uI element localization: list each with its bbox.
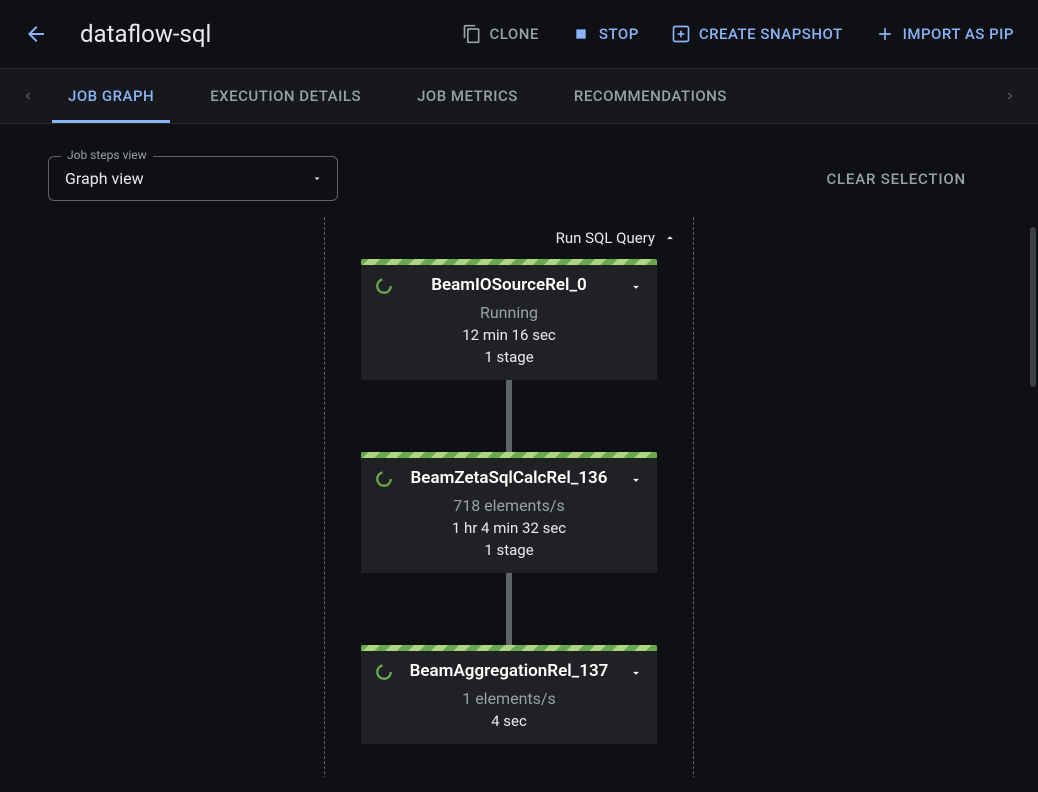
spinner-icon bbox=[375, 470, 393, 488]
copy-icon bbox=[462, 24, 482, 44]
caret-down-icon bbox=[311, 169, 323, 188]
graph-area[interactable]: Run SQL Query BeamIOSourceRel_0 Running … bbox=[0, 217, 1038, 777]
group-title: Run SQL Query bbox=[556, 229, 655, 247]
node-title-row: BeamZetaSqlCalcRel_136 bbox=[361, 458, 657, 494]
arrow-left-icon bbox=[24, 22, 48, 46]
node-throughput: 1 elements/s bbox=[361, 689, 657, 708]
graph-node[interactable]: BeamIOSourceRel_0 Running 12 min 16 sec … bbox=[361, 259, 657, 380]
import-button[interactable]: IMPORT AS PIP bbox=[875, 24, 1014, 44]
snapshot-button[interactable]: CREATE SNAPSHOT bbox=[671, 24, 843, 44]
chevron-down-icon[interactable] bbox=[629, 472, 643, 491]
tab-job-graph[interactable]: JOB GRAPH bbox=[64, 69, 158, 123]
node-title-row: BeamAggregationRel_137 bbox=[361, 651, 657, 687]
import-label: IMPORT AS PIP bbox=[903, 25, 1014, 43]
tab-recommendations[interactable]: RECOMMENDATIONS bbox=[570, 69, 731, 123]
back-button[interactable] bbox=[16, 14, 56, 54]
scrollbar[interactable] bbox=[1030, 227, 1036, 387]
clear-selection-button[interactable]: CLEAR SELECTION bbox=[826, 170, 966, 188]
chevron-down-icon[interactable] bbox=[629, 665, 643, 684]
spinner-icon bbox=[375, 663, 393, 681]
stop-icon bbox=[571, 24, 591, 44]
tab-execution-details[interactable]: EXECUTION DETAILS bbox=[206, 69, 365, 123]
tabs: JOB GRAPH EXECUTION DETAILS JOB METRICS … bbox=[0, 68, 1038, 124]
chevron-left-icon bbox=[21, 89, 35, 103]
job-title: dataflow-sql bbox=[80, 20, 211, 48]
node-title-row: BeamIOSourceRel_0 bbox=[361, 265, 657, 301]
stop-button[interactable]: STOP bbox=[571, 24, 639, 44]
graph-node[interactable]: BeamZetaSqlCalcRel_136 718 elements/s 1 … bbox=[361, 452, 657, 573]
tab-job-metrics[interactable]: JOB METRICS bbox=[413, 69, 522, 123]
node-stages: 1 stage bbox=[361, 541, 657, 559]
node-stages: 1 stage bbox=[361, 348, 657, 366]
connector bbox=[506, 573, 512, 645]
controls-row: Job steps view Graph view CLEAR SELECTIO… bbox=[0, 124, 1038, 217]
header-actions: CLONE STOP CREATE SNAPSHOT IMPORT AS PIP bbox=[462, 24, 1023, 44]
group-header[interactable]: Run SQL Query bbox=[341, 229, 677, 247]
node-throughput: 718 elements/s bbox=[361, 496, 657, 515]
plus-icon bbox=[875, 24, 895, 44]
connector bbox=[506, 380, 512, 452]
node-duration: 1 hr 4 min 32 sec bbox=[361, 519, 657, 537]
snapshot-icon bbox=[671, 24, 691, 44]
header: dataflow-sql CLONE STOP CREATE SNAPSHOT … bbox=[0, 0, 1038, 68]
snapshot-label: CREATE SNAPSHOT bbox=[699, 25, 843, 43]
node-duration: 4 sec bbox=[361, 712, 657, 730]
node-duration: 12 min 16 sec bbox=[361, 326, 657, 344]
chevron-right-icon bbox=[1003, 89, 1017, 103]
chevron-down-icon[interactable] bbox=[629, 279, 643, 298]
node-status: Running bbox=[361, 303, 657, 322]
job-steps-view-select[interactable]: Job steps view Graph view bbox=[48, 156, 338, 201]
stop-label: STOP bbox=[599, 25, 639, 43]
chevron-up-icon bbox=[663, 231, 677, 245]
group-container: Run SQL Query BeamIOSourceRel_0 Running … bbox=[324, 217, 694, 777]
node-title: BeamIOSourceRel_0 bbox=[431, 275, 587, 295]
tabs-next[interactable] bbox=[998, 84, 1022, 108]
node-title: BeamAggregationRel_137 bbox=[410, 661, 609, 681]
graph-node[interactable]: BeamAggregationRel_137 1 elements/s 4 se… bbox=[361, 645, 657, 744]
node-title: BeamZetaSqlCalcRel_136 bbox=[411, 468, 608, 488]
spinner-icon bbox=[375, 277, 393, 295]
select-value: Graph view bbox=[65, 169, 289, 188]
clone-label: CLONE bbox=[490, 25, 539, 43]
clone-button[interactable]: CLONE bbox=[462, 24, 539, 44]
select-legend: Job steps view bbox=[61, 148, 153, 162]
tabs-prev[interactable] bbox=[16, 84, 40, 108]
tab-list: JOB GRAPH EXECUTION DETAILS JOB METRICS … bbox=[64, 69, 974, 123]
